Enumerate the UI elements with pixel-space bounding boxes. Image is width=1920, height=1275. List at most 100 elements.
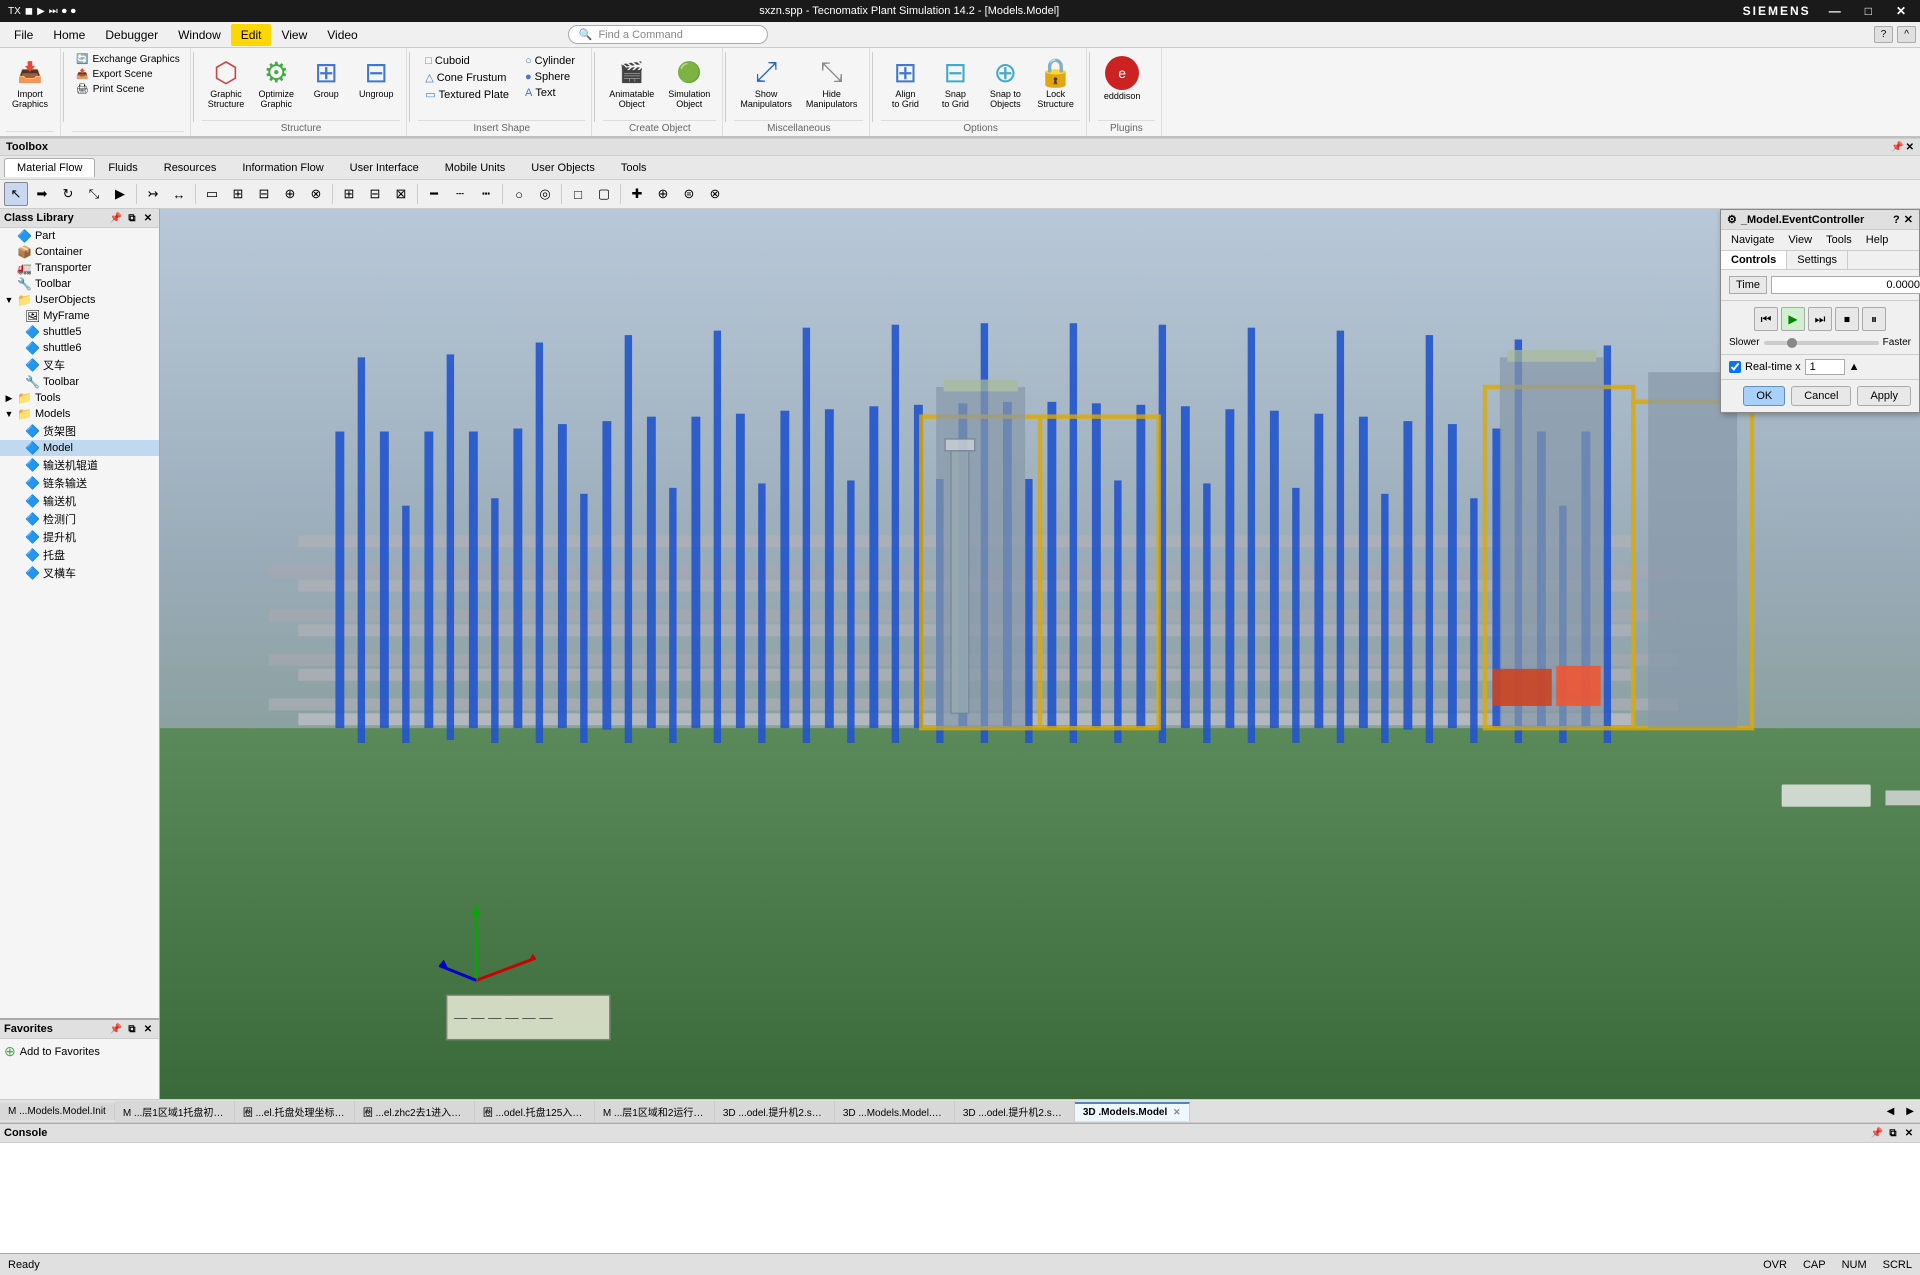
console-float-button[interactable]: ⧉ [1886, 1126, 1900, 1140]
group-button[interactable]: ⊞ Group [302, 52, 350, 104]
btab-6[interactable]: 3D ...odel.提升机2.shuttle11 [715, 1101, 835, 1122]
fav-close-button[interactable]: ✕ [141, 1022, 155, 1036]
sphere-button[interactable]: ● Sphere [522, 70, 578, 84]
btab-7[interactable]: 3D ...Models.Model.提升机2 [835, 1101, 955, 1122]
menu-file[interactable]: File [4, 24, 43, 46]
scale-tool[interactable]: ⤡ [82, 182, 106, 206]
toolbar-icon-2[interactable]: ▶ [37, 6, 45, 17]
btab-9-close[interactable]: ✕ [1173, 1107, 1181, 1117]
tool-custom2[interactable]: ⊗ [703, 182, 727, 206]
tree-item-userobjects[interactable]: ▼ 📁 UserObjects [0, 292, 159, 308]
tool-star[interactable]: ⊕ [651, 182, 675, 206]
tree-item-conveyor-roller[interactable]: 🔷 输送机辊道 [0, 456, 159, 474]
hide-manipulators-button[interactable]: ⤡ HideManipulators [800, 52, 864, 114]
tool-sq1[interactable]: □ [566, 182, 590, 206]
textured-plate-button[interactable]: ▭ Textured Plate [422, 87, 512, 102]
cuboid-button[interactable]: □ Cuboid [422, 54, 512, 68]
tree-item-toolbar[interactable]: 🔧 Toolbar [0, 276, 159, 292]
export-scene-button[interactable]: 📤 Export Scene [72, 67, 157, 82]
ec-menu-tools[interactable]: Tools [1820, 232, 1858, 248]
tree-item-lift[interactable]: 🔷 提升机 [0, 528, 159, 546]
ec-realtime-spinner-up[interactable]: ▲ [1849, 361, 1860, 373]
print-scene-button[interactable]: 🖨 Print Scene [72, 82, 148, 97]
minimize-button[interactable]: — [1823, 4, 1847, 18]
ec-rewind-button[interactable]: ⏮ [1754, 307, 1778, 331]
tab-material-flow[interactable]: Material Flow [4, 158, 95, 177]
tool-cross[interactable]: ⊞ [226, 182, 250, 206]
toolbox-pin-button[interactable]: 📌 [1891, 142, 1903, 153]
tree-item-container[interactable]: 📦 Container [0, 244, 159, 260]
viewport[interactable]: — — — — — — ⚙ _Model.EventController ? ✕… [160, 209, 1920, 1099]
ec-tab-settings[interactable]: Settings [1787, 251, 1848, 269]
ec-pause-button[interactable]: ⏸ [1862, 307, 1886, 331]
tree-item-model[interactable]: 🔷 Model [0, 440, 159, 456]
toolbox-close-button[interactable]: ✕ [1906, 142, 1914, 153]
tool-box[interactable]: ▭ [200, 182, 224, 206]
ec-forward-button[interactable]: ⏭ [1808, 307, 1832, 331]
toolbar-icon-4[interactable]: ⏺ [62, 6, 67, 17]
snap-to-objects-button[interactable]: ⊕ Snap toObjects [981, 52, 1029, 114]
select-tool[interactable]: ↖ [4, 182, 28, 206]
btab-1[interactable]: M ...层1区域1托盘初始化位置 [115, 1101, 235, 1122]
tab-tools[interactable]: Tools [608, 158, 660, 177]
tool-arrow-both[interactable]: ↔ [167, 182, 191, 206]
tab-user-objects[interactable]: User Objects [518, 158, 608, 177]
tree-item-tools[interactable]: ▶ 📁 Tools [0, 390, 159, 406]
ec-close-button[interactable]: ✕ [1904, 213, 1913, 226]
text-button[interactable]: A Text [522, 86, 578, 100]
show-manipulators-button[interactable]: ⤢ ShowManipulators [734, 52, 798, 114]
ec-time-input[interactable] [1771, 276, 1920, 294]
graphic-structure-button[interactable]: ⬡ GraphicStructure [202, 52, 251, 114]
tree-item-gate[interactable]: 🔷 检测门 [0, 510, 159, 528]
find-command-box[interactable]: 🔍 Find a Command [568, 25, 768, 44]
toolbar-icon-3[interactable]: ⏭ [49, 6, 58, 17]
ec-realtime-checkbox[interactable] [1729, 361, 1741, 373]
ec-play-button[interactable]: ▶ [1781, 307, 1805, 331]
tool-sq2[interactable]: ▢ [592, 182, 616, 206]
tool-merge[interactable]: ⊕ [278, 182, 302, 206]
tool-dash2[interactable]: ┅ [474, 182, 498, 206]
tool-ring[interactable]: ◎ [533, 182, 557, 206]
tree-item-shuttle6[interactable]: 🔷 shuttle6 [0, 340, 159, 356]
tree-item-fork[interactable]: 🔷 叉车 [0, 356, 159, 374]
lock-structure-button[interactable]: 🔒 LockStructure [1031, 52, 1080, 114]
btab-arrow-right[interactable]: ▶ [1900, 1104, 1920, 1119]
tab-information-flow[interactable]: Information Flow [229, 158, 336, 177]
tree-item-shelf[interactable]: 🔷 货架图 [0, 422, 159, 440]
btab-2[interactable]: 圈 ...el.托盘处理坐标片区2 [235, 1101, 355, 1122]
close-button[interactable]: ✕ [1890, 4, 1912, 18]
maximize-button[interactable]: □ [1859, 4, 1878, 18]
tool-dash[interactable]: ┄ [448, 182, 472, 206]
optimize-graphic-button[interactable]: ⚙ OptimizeGraphic [252, 52, 300, 114]
menu-edit[interactable]: Edit [231, 24, 272, 46]
tool-arrow-right[interactable]: ↣ [141, 182, 165, 206]
tree-item-shuttle-car[interactable]: 🔷 叉横车 [0, 564, 159, 582]
fav-pin-button[interactable]: 📌 [109, 1022, 123, 1036]
ec-menu-view[interactable]: View [1782, 232, 1818, 248]
btab-0[interactable]: M ...Models.Model.Init [0, 1103, 115, 1120]
console-pin-button[interactable]: 📌 [1870, 1126, 1884, 1140]
cone-frustum-button[interactable]: △ Cone Frustum [422, 70, 512, 85]
ec-stop-button[interactable]: ⏹ [1835, 307, 1859, 331]
tree-item-myframe[interactable]: 🖼 MyFrame [0, 308, 159, 324]
ec-menu-navigate[interactable]: Navigate [1725, 232, 1780, 248]
fav-float-button[interactable]: ⧉ [125, 1022, 139, 1036]
tree-item-chain-conveyor[interactable]: 🔷 链条输送 [0, 474, 159, 492]
tab-user-interface[interactable]: User Interface [337, 158, 432, 177]
btab-9-active[interactable]: 3D .Models.Model ✕ [1075, 1102, 1190, 1121]
btab-3[interactable]: 圈 ...el.zhc2去1进入库路径 [355, 1101, 475, 1122]
tree-item-shuttle5[interactable]: 🔷 shuttle5 [0, 324, 159, 340]
tree-item-models[interactable]: ▼ 📁 Models [0, 406, 159, 422]
play-tool[interactable]: ▶ [108, 182, 132, 206]
tab-fluids[interactable]: Fluids [95, 158, 150, 177]
animatable-object-button[interactable]: 🎬 AnimatableObject [603, 52, 660, 114]
simulation-object-button[interactable]: 🟢 SimulationObject [662, 52, 716, 114]
move-tool[interactable]: ➡ [30, 182, 54, 206]
tool-line[interactable]: ━ [422, 182, 446, 206]
menu-debugger[interactable]: Debugger [95, 24, 168, 46]
edddison-button[interactable]: e edddison [1098, 52, 1147, 106]
tool-grid1[interactable]: ⊞ [337, 182, 361, 206]
ungroup-button[interactable]: ⊟ Ungroup [352, 52, 400, 104]
minimize-ribbon-button[interactable]: ^ [1897, 26, 1916, 43]
tree-item-conveyor[interactable]: 🔷 输送机 [0, 492, 159, 510]
